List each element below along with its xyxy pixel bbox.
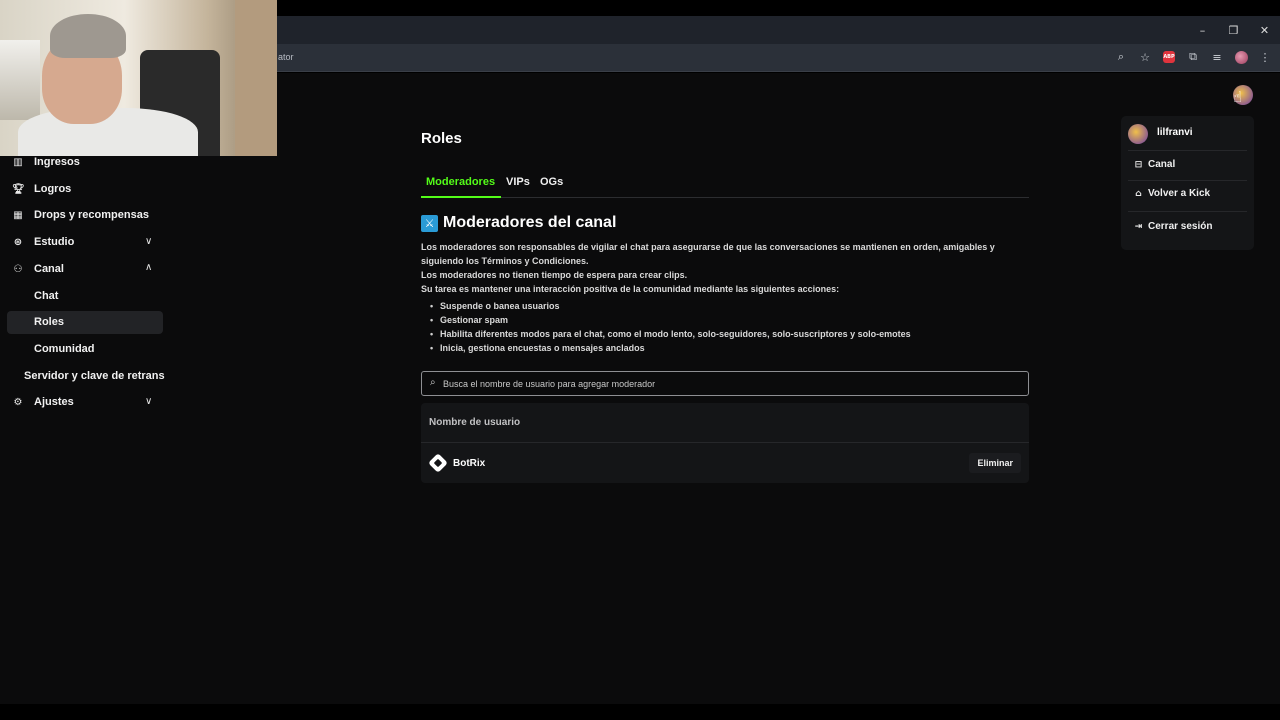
moderators-table: Nombre de usuario BotRix Eliminar	[421, 403, 1029, 483]
sidebar-item-ajustes[interactable]: ⚙ Ajustes	[12, 391, 74, 413]
remove-moderator-button[interactable]: Eliminar	[969, 453, 1021, 473]
moderator-search: ⌕	[421, 371, 1029, 396]
menu-item-logout[interactable]: ⇥ Cerrar sesión	[1133, 221, 1213, 232]
sidebar-sub-comunidad[interactable]: Comunidad	[34, 343, 95, 355]
menu-item-volver-kick[interactable]: ⌂ Volver a Kick	[1133, 188, 1210, 199]
window-controls: – ❐ ✕	[1187, 16, 1280, 44]
active-tab-underline	[421, 196, 501, 198]
studio-icon: ⊛	[13, 236, 23, 248]
address-bar[interactable]: ator	[278, 52, 294, 62]
avatar	[1128, 124, 1148, 144]
sidebar-item-label: Drops y recompensas	[34, 209, 149, 221]
channel-icon: ⚇	[13, 263, 23, 275]
sidebar-item-estudio[interactable]: ⊛ Estudio	[12, 231, 75, 253]
bar-chart-icon: ▥	[13, 156, 23, 168]
gear-icon: ⚙	[13, 396, 23, 408]
menu-item-label: Cerrar sesión	[1148, 221, 1213, 232]
sidebar-item-label: Ajustes	[34, 396, 74, 408]
description-line: Su tarea es mantener una interacción pos…	[421, 284, 840, 294]
roles-tabs: Moderadores VIPs OGs	[421, 174, 1029, 198]
mouse-cursor-icon: ☝	[1233, 88, 1243, 106]
extensions-puzzle-icon[interactable]: ⧉	[1184, 48, 1202, 66]
sidebar-item-label: Canal	[34, 263, 64, 275]
menu-divider	[1128, 211, 1247, 212]
adblock-extension-icon[interactable]: ABP	[1160, 48, 1178, 66]
logout-icon: ⇥	[1134, 221, 1143, 232]
bullet-item: Suspende o banea usuarios	[430, 301, 559, 311]
trophy-icon: 🏆︎	[12, 183, 25, 195]
bullet-item: Habilita diferentes modos para el chat, …	[430, 329, 911, 339]
tab-vips[interactable]: VIPs	[506, 176, 530, 188]
sidebar-item-stream-key[interactable]: Servidor y clave de retrans	[24, 370, 165, 382]
moderator-sword-icon: ⚔	[421, 214, 438, 232]
description-line: siguiendo los Términos y Condiciones.	[421, 256, 589, 266]
sidebar-item-drops[interactable]: ▦ Drops y recompensas	[12, 204, 149, 226]
menu-divider	[1128, 150, 1247, 151]
bot-icon	[428, 453, 448, 473]
zoom-icon[interactable]: ⌕	[1112, 48, 1130, 66]
bookmark-star-icon[interactable]: ☆	[1136, 48, 1154, 66]
chevron-down-icon[interactable]: ∨	[145, 396, 152, 407]
gift-icon: ▦	[13, 209, 23, 221]
sidebar-item-label: Logros	[34, 183, 72, 195]
channel-icon: ⊟	[1134, 159, 1143, 170]
menu-item-label: Volver a Kick	[1148, 188, 1211, 199]
sidebar-active-highlight	[7, 311, 163, 334]
section-header: ⚔ Moderadores del canal	[421, 214, 616, 232]
section-title: Moderadores del canal	[443, 214, 617, 231]
table-header: Nombre de usuario	[421, 403, 1029, 443]
sidebar-sub-chat[interactable]: Chat	[34, 290, 58, 302]
chevron-down-icon[interactable]: ∨	[145, 236, 152, 247]
tab-ogs[interactable]: OGs	[540, 176, 563, 188]
menu-item-label: Canal	[1148, 159, 1176, 170]
restore-button[interactable]: ❐	[1218, 16, 1249, 44]
sidebar-item-label: Estudio	[34, 236, 75, 248]
search-input[interactable]	[443, 375, 1013, 392]
bottom-strip	[0, 704, 1280, 720]
table-row: BotRix Eliminar	[421, 444, 1029, 483]
browser-menu-icon[interactable]: ⋮	[1256, 48, 1274, 66]
moderator-username[interactable]: BotRix	[453, 458, 485, 469]
media-queue-icon[interactable]: ≡	[1208, 48, 1226, 66]
sidebar-item-label: Ingresos	[34, 156, 80, 168]
chevron-up-icon[interactable]: ∧	[145, 262, 152, 273]
close-window-button[interactable]: ✕	[1249, 16, 1280, 44]
tab-moderadores[interactable]: Moderadores	[426, 176, 495, 188]
search-icon: ⌕	[430, 377, 436, 388]
user-dropdown-menu: lilfranvi ⊟ Canal ⌂ Volver a Kick ⇥ Cerr…	[1121, 116, 1254, 250]
home-icon: ⌂	[1135, 188, 1142, 199]
description-line: Los moderadores no tienen tiempo de espe…	[421, 270, 688, 280]
sidebar-sub-roles[interactable]: Roles	[34, 316, 64, 328]
bullet-item: Gestionar spam	[430, 315, 508, 325]
webcam-overlay	[0, 0, 277, 156]
profile-avatar[interactable]	[1232, 48, 1250, 66]
menu-divider	[1128, 180, 1247, 181]
menu-item-canal[interactable]: ⊟ Canal	[1133, 159, 1176, 170]
description-line: Los moderadores son responsables de vigi…	[421, 242, 995, 252]
menu-username[interactable]: lilfranvi	[1157, 127, 1193, 138]
sidebar-item-canal[interactable]: ⚇ Canal	[12, 258, 64, 280]
sidebar-item-logros[interactable]: 🏆︎ Logros	[12, 178, 71, 200]
bullet-item: Inicia, gestiona encuestas o mensajes an…	[430, 343, 645, 353]
minimize-button[interactable]: –	[1187, 16, 1218, 44]
page-title: Roles	[421, 130, 462, 147]
column-header-username: Nombre de usuario	[429, 417, 521, 428]
